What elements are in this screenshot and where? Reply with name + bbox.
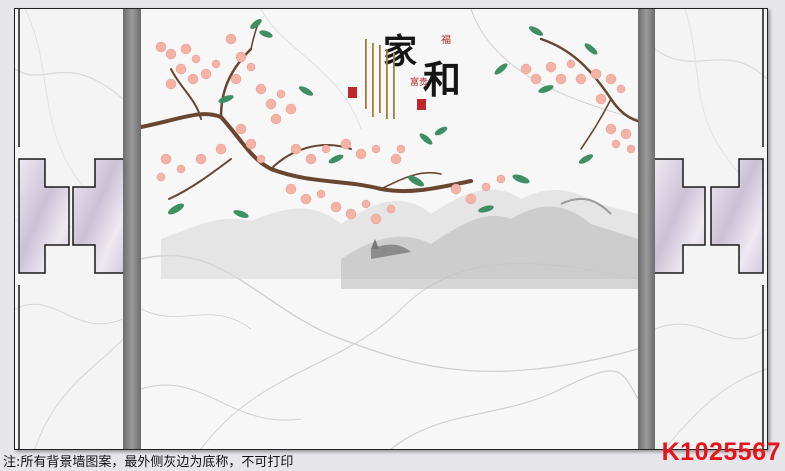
product-code: K1025567 [661, 438, 781, 466]
left-inset-frame [18, 9, 123, 449]
red-mark: 富贵 [410, 78, 429, 88]
left-side-panel [15, 9, 123, 449]
note-caption: 注:所有背景墙图案，最外侧灰边为底称，不可打印 [3, 455, 294, 470]
left-gray-strip [123, 9, 141, 449]
stamp-char: 福 [441, 35, 451, 46]
right-gray-strip [638, 9, 655, 449]
right-inset-frame [655, 9, 764, 449]
center-artwork-panel: 家 和 富贵 福 [141, 9, 638, 449]
calligraphy-title-2: 和 [423, 57, 462, 102]
wallpaper-frame: 家 和 富贵 福 [14, 8, 768, 450]
red-seal-right [417, 99, 426, 110]
poem-columns [365, 39, 395, 119]
right-side-panel [655, 9, 767, 449]
red-seal-left [348, 87, 357, 98]
